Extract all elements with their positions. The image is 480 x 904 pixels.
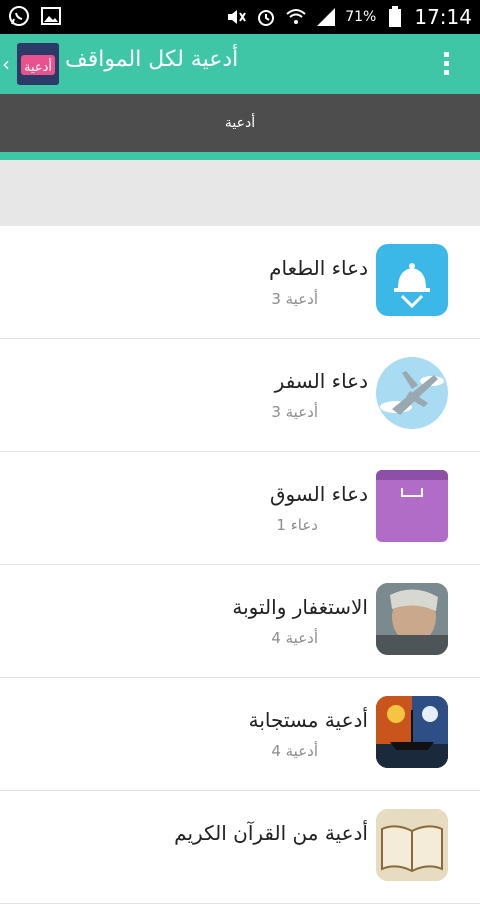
- item-title: الاستغفار والتوبة: [232, 595, 368, 619]
- item-title: دعاء السفر: [274, 369, 368, 393]
- item-count: 3 أدعية: [271, 290, 318, 308]
- list-item-quran[interactable]: أدعية من القرآن الكريم: [0, 791, 480, 904]
- list-item-answered[interactable]: أدعية مستجابة 4 أدعية: [0, 678, 480, 791]
- category-list: دعاء الطعام 3 أدعية دعاء السفر 3 أدعية د…: [0, 226, 480, 904]
- tab-bar: أدعية: [0, 94, 480, 152]
- battery-percent: 71%: [345, 9, 377, 25]
- item-count: 3 أدعية: [271, 403, 318, 421]
- item-title: أدعية مستجابة: [248, 708, 368, 732]
- tab-indicator: [0, 152, 480, 160]
- mute-icon: [225, 6, 247, 28]
- whatsapp-icon: [8, 5, 30, 27]
- night-boat-image-icon: [376, 696, 448, 768]
- wifi-icon: [285, 6, 307, 28]
- svg-text:أدعية: أدعية: [24, 58, 52, 75]
- overflow-menu-icon[interactable]: [444, 52, 450, 78]
- gallery-icon: [40, 5, 62, 27]
- app-title: أدعية لكل المواقف: [65, 47, 239, 72]
- signal-icon: [315, 6, 337, 28]
- item-title: دعاء السوق: [269, 482, 368, 506]
- app-bar: ‹ أدعية أدعية لكل المواقف: [0, 34, 480, 94]
- header-spacer: [0, 160, 480, 226]
- clock: 17:14: [414, 5, 472, 29]
- shopping-bag-icon: [376, 470, 448, 542]
- repentance-image-icon: [376, 583, 448, 655]
- back-chevron-icon[interactable]: ‹: [2, 52, 10, 76]
- battery-icon: [384, 6, 406, 28]
- list-item-travel[interactable]: دعاء السفر 3 أدعية: [0, 339, 480, 452]
- item-count: 4 أدعية: [271, 742, 318, 760]
- tab-duas[interactable]: أدعية: [0, 115, 480, 131]
- list-item-market[interactable]: دعاء السوق 1 دعاء: [0, 452, 480, 565]
- item-title: دعاء الطعام: [269, 256, 368, 280]
- airplane-icon: [376, 357, 448, 429]
- list-item-food[interactable]: دعاء الطعام 3 أدعية: [0, 226, 480, 339]
- status-bar: 71% 17:14: [0, 0, 480, 34]
- alarm-icon: [255, 6, 277, 28]
- food-bell-icon: [376, 244, 448, 316]
- quran-book-icon: [376, 809, 448, 881]
- item-count: 4 أدعية: [271, 629, 318, 647]
- item-count: 1 دعاء: [276, 516, 318, 534]
- list-item-repentance[interactable]: الاستغفار والتوبة 4 أدعية: [0, 565, 480, 678]
- item-title: أدعية من القرآن الكريم: [174, 821, 368, 845]
- app-logo[interactable]: أدعية: [17, 43, 59, 85]
